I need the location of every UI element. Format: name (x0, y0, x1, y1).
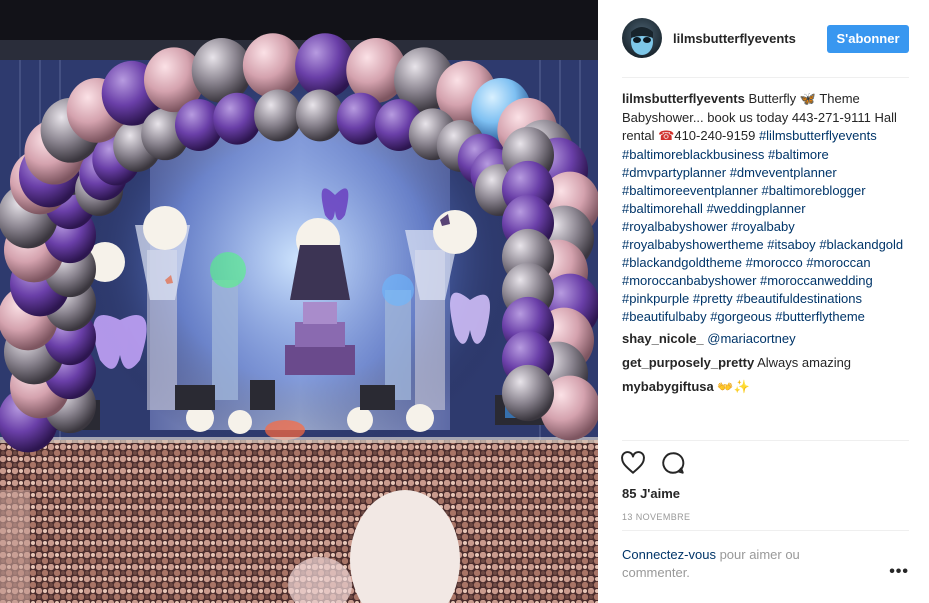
balloon (254, 89, 303, 142)
balloon (191, 37, 252, 103)
comments-list: lilmsbutterflyevents Butterfly 🦋 Theme B… (622, 90, 912, 403)
event-decor-illustration (0, 0, 598, 603)
comment-mention[interactable]: @mariacortney (707, 331, 795, 346)
balloon (295, 89, 344, 142)
post-sidebar: lilmsbutterflyevents S'abonner lilmsbutt… (598, 0, 929, 603)
hashtag-link[interactable]: #baltimoreblackbusiness (622, 147, 764, 162)
comment-item: shay_nicole_ @mariacortney (622, 330, 912, 348)
post-photo[interactable] (0, 0, 598, 603)
balloon (213, 92, 262, 145)
caption-text: Butterfly (748, 91, 800, 106)
hashtag-link[interactable]: #gorgeous (710, 309, 771, 324)
balloon (295, 33, 356, 99)
hashtag-link[interactable]: #butterflytheme (775, 309, 865, 324)
hashtag-link[interactable]: #baltimorehall (622, 201, 703, 216)
avatar[interactable] (622, 18, 662, 58)
hashtag-link[interactable]: #itsaboy (767, 237, 815, 252)
post-header: lilmsbutterflyevents S'abonner (622, 18, 909, 60)
post-caption: lilmsbutterflyevents Butterfly 🦋 Theme B… (622, 90, 912, 326)
comment-item: mybabygiftusa 👐✨ (622, 378, 912, 397)
comment-bubble-icon[interactable] (660, 450, 688, 478)
comment-text: Always amazing (757, 355, 852, 370)
hashtag-link[interactable]: #lilmsbutterflyevents (759, 128, 877, 143)
hashtag-link[interactable]: #baltimoreblogger (762, 183, 866, 198)
hashtag-link[interactable]: #royalbabyshower (622, 219, 728, 234)
hashtag-link[interactable]: #blackandgoldtheme (622, 255, 742, 270)
balloon (502, 364, 554, 422)
hashtag-link[interactable]: #beautifuldestinations (736, 291, 862, 306)
hashtag-link[interactable]: #dmvpartyplanner (622, 165, 726, 180)
caption-hashtags: #lilmsbutterflyevents #baltimoreblackbus… (622, 128, 903, 324)
hashtag-link[interactable]: #royalbaby (731, 219, 795, 234)
hashtag-link[interactable]: #blackandgold (819, 237, 903, 252)
telephone-emoji-icon: ☎ (658, 129, 675, 144)
more-options-icon[interactable]: ••• (889, 563, 909, 581)
post-date[interactable]: 13 novembre (622, 512, 690, 522)
comment-username[interactable]: mybabygiftusa (622, 379, 714, 394)
hashtag-link[interactable]: #moroccanwedding (760, 273, 873, 288)
heart-icon[interactable] (620, 450, 648, 478)
login-link[interactable]: Connectez-vous (622, 547, 716, 562)
like-count[interactable]: 85 J'aime (622, 486, 680, 501)
hashtag-link[interactable]: #pretty (693, 291, 733, 306)
author-username[interactable]: lilmsbutterflyevents (673, 31, 796, 46)
hashtag-link[interactable]: #pinkpurple (622, 291, 689, 306)
hands-sparkles-emoji-icon: 👐✨ (717, 380, 750, 395)
hashtag-link[interactable]: #moroccanbabyshower (622, 273, 756, 288)
caption-phone: 410-240-9159 (674, 128, 756, 143)
comment-username[interactable]: shay_nicole_ (622, 331, 704, 346)
caption-username[interactable]: lilmsbutterflyevents (622, 91, 745, 106)
login-prompt: Connectez-vous pour aimer ou commenter. (622, 546, 852, 582)
hashtag-link[interactable]: #baltimoreeventplanner (622, 183, 758, 198)
footer-divider (622, 530, 909, 531)
hashtag-link[interactable]: #beautifulbaby (622, 309, 707, 324)
hashtag-link[interactable]: #baltimore (768, 147, 829, 162)
hashtag-link[interactable]: #royalbabyshowertheme (622, 237, 764, 252)
avatar-face-icon (631, 27, 653, 55)
comment-item: get_purposely_pretty Always amazing (622, 354, 912, 372)
header-divider (622, 77, 909, 78)
balloon (242, 33, 303, 99)
actions-divider (622, 440, 909, 441)
comment-username[interactable]: get_purposely_pretty (622, 355, 754, 370)
hashtag-link[interactable]: #weddingplanner (707, 201, 806, 216)
hashtag-link[interactable]: #dmveventplanner (730, 165, 837, 180)
hashtag-link[interactable]: #morocco (746, 255, 803, 270)
hashtag-link[interactable]: #moroccan (806, 255, 870, 270)
follow-button[interactable]: S'abonner (827, 25, 909, 53)
butterfly-emoji-icon: 🦋 (799, 92, 816, 107)
